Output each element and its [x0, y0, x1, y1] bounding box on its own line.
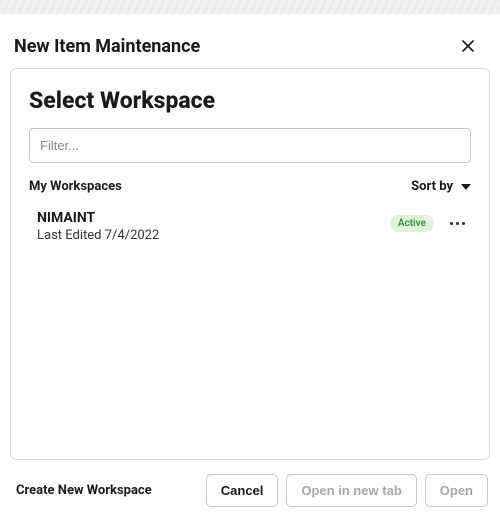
card-title: Select Workspace — [29, 87, 471, 114]
dots-icon — [456, 222, 459, 225]
modal-title: New Item Maintenance — [14, 36, 200, 57]
sort-by-dropdown[interactable]: Sort by — [411, 179, 471, 194]
chevron-down-icon — [461, 184, 471, 190]
sort-by-label: Sort by — [411, 179, 453, 194]
open-button[interactable]: Open — [425, 474, 488, 507]
cancel-button[interactable]: Cancel — [206, 474, 279, 507]
modal-header: New Item Maintenance — [0, 14, 500, 68]
create-workspace-link[interactable]: Create New Workspace — [16, 483, 152, 498]
list-header: My Workspaces Sort by — [29, 179, 471, 194]
workspace-card: Select Workspace My Workspaces Sort by N… — [10, 68, 490, 460]
close-button[interactable] — [456, 34, 480, 58]
status-badge: Active — [390, 215, 434, 232]
workspace-row-right: Active — [390, 215, 469, 232]
more-options-button[interactable] — [446, 218, 469, 229]
open-new-tab-button[interactable]: Open in new tab — [286, 474, 416, 507]
workspace-list: NIMAINT Last Edited 7/4/2022 Active — [29, 204, 471, 459]
workspace-last-edited: Last Edited 7/4/2022 — [37, 228, 159, 243]
workspace-row-main: NIMAINT Last Edited 7/4/2022 — [31, 210, 159, 243]
dots-icon — [450, 222, 453, 225]
footer-buttons: Cancel Open in new tab Open — [206, 474, 488, 507]
filter-input[interactable] — [29, 128, 471, 163]
my-workspaces-label: My Workspaces — [29, 179, 122, 194]
modal-footer: Create New Workspace Cancel Open in new … — [0, 462, 500, 519]
close-icon — [462, 40, 474, 52]
workspace-name: NIMAINT — [37, 210, 159, 226]
workspace-row[interactable]: NIMAINT Last Edited 7/4/2022 Active — [29, 204, 471, 249]
dots-icon — [462, 222, 465, 225]
select-workspace-modal: New Item Maintenance Select Workspace My… — [0, 14, 500, 519]
